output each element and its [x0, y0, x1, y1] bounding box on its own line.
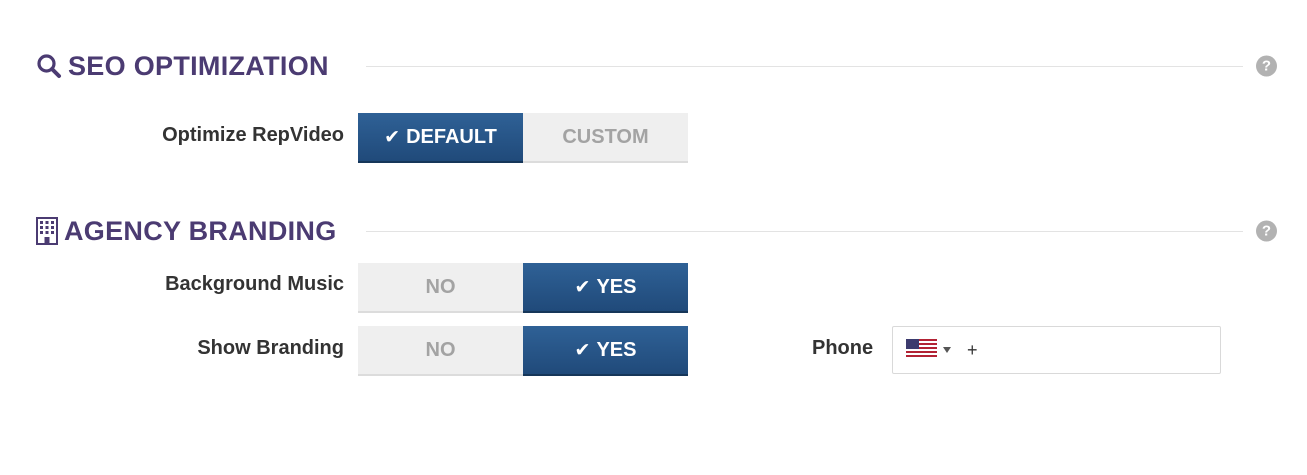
seo-divider — [366, 66, 1243, 67]
show-branding-no-label: NO — [425, 338, 456, 361]
show-branding-yes-label: YES — [596, 338, 637, 361]
phone-input[interactable] — [967, 339, 1167, 361]
optimize-custom-label: CUSTOM — [562, 125, 649, 148]
building-icon — [36, 217, 58, 245]
music-label: Background Music — [165, 273, 344, 295]
optimize-label: Optimize RepVideo — [162, 124, 344, 146]
seo-title-text: SEO OPTIMIZATION — [68, 50, 329, 81]
search-icon — [36, 53, 62, 79]
music-no-option[interactable]: NO — [358, 263, 523, 313]
check-icon: ✔ — [574, 276, 591, 298]
branding-divider — [366, 231, 1243, 232]
phone-label: Phone — [812, 337, 874, 359]
branding-section-header: AGENCY BRANDING ? — [36, 214, 1277, 248]
country-select[interactable] — [893, 327, 951, 373]
optimize-custom-option[interactable]: CUSTOM — [523, 113, 688, 163]
caret-down-icon — [943, 347, 951, 353]
music-yes-label: YES — [596, 275, 637, 298]
show-branding-yes-option[interactable]: ✔ YES — [523, 326, 688, 376]
seo-help-icon[interactable]: ? — [1256, 55, 1277, 77]
seo-section-header: SEO OPTIMIZATION ? — [36, 49, 1277, 83]
music-toggle: NO ✔ YES — [358, 263, 688, 313]
music-no-label: NO — [425, 275, 456, 298]
show-branding-no-option[interactable]: NO — [358, 326, 523, 376]
us-flag-icon — [906, 338, 937, 362]
show-branding-toggle: NO ✔ YES — [358, 326, 688, 376]
branding-help-icon[interactable]: ? — [1256, 220, 1277, 242]
branding-title-text: AGENCY BRANDING — [64, 215, 337, 246]
settings-page: SEO OPTIMIZATION ? Optimize RepVideo ✔ D… — [0, 0, 1307, 475]
seo-section-title: SEO OPTIMIZATION — [36, 51, 329, 82]
music-yes-option[interactable]: ✔ YES — [523, 263, 688, 313]
optimize-default-option[interactable]: ✔ DEFAULT — [358, 113, 523, 163]
check-icon: ✔ — [384, 126, 401, 148]
show-branding-label: Show Branding — [197, 337, 344, 359]
check-icon: ✔ — [574, 339, 591, 361]
optimize-toggle: ✔ DEFAULT CUSTOM — [358, 113, 688, 163]
optimize-default-label: DEFAULT — [406, 125, 497, 148]
phone-field — [892, 326, 1221, 374]
branding-section-title: AGENCY BRANDING — [36, 216, 337, 247]
